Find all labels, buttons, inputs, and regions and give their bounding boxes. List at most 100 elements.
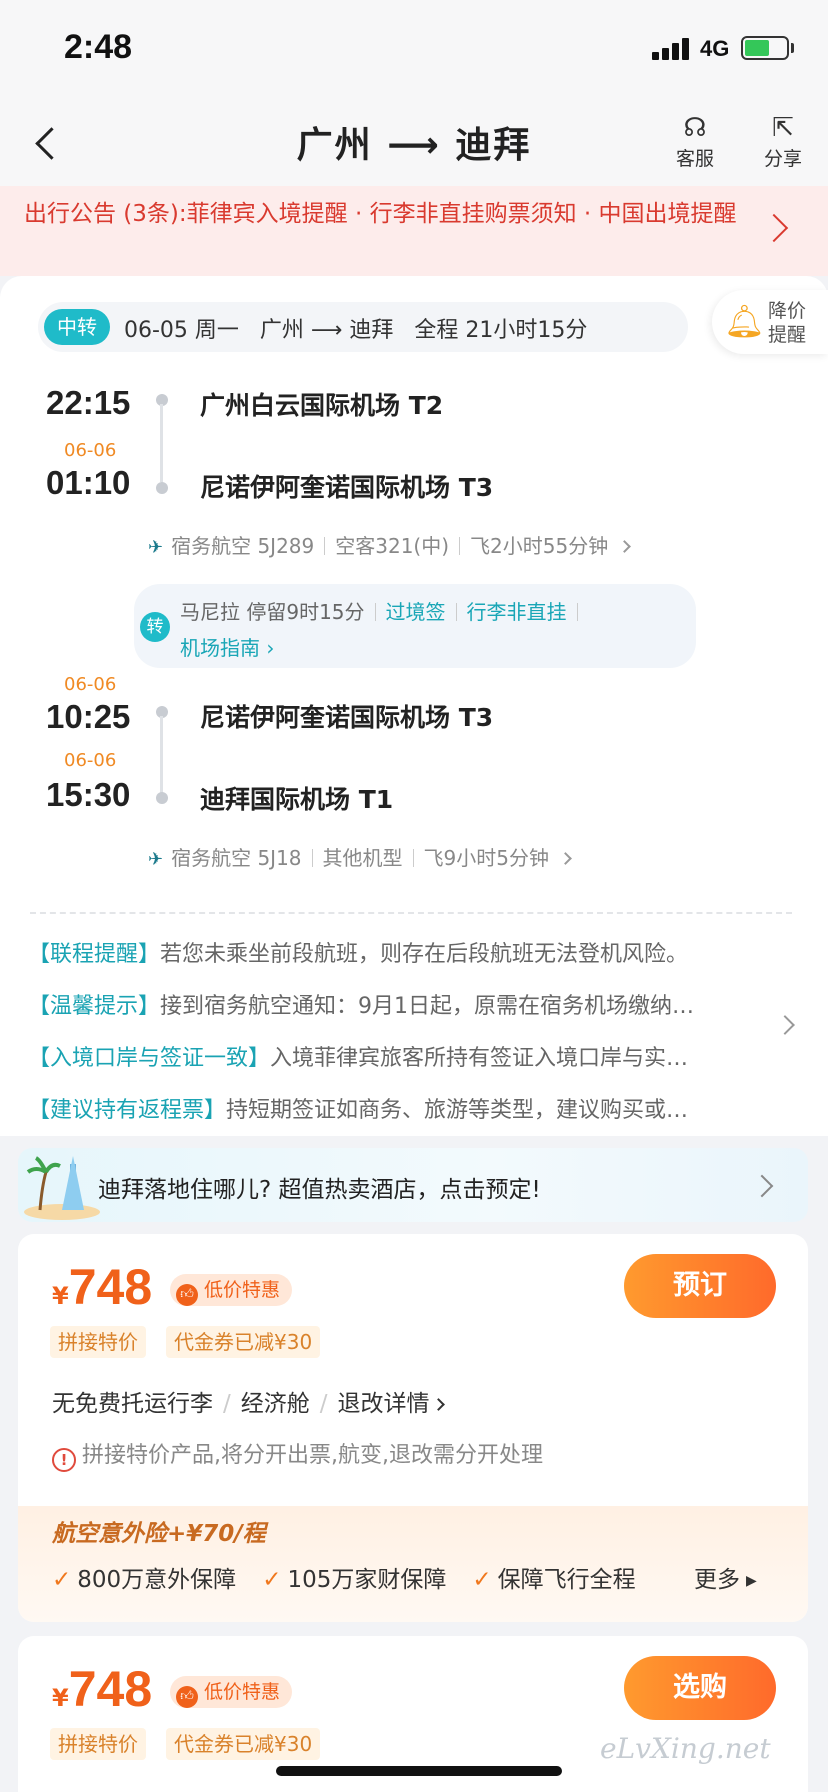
insurance-item: 800万意外保障 <box>77 1567 237 1593</box>
segment1-arrival-airport: 尼诺伊阿奎诺国际机场 T3 <box>200 473 494 502</box>
headset-icon: ☊ <box>683 113 707 143</box>
fare-price: ¥748 <box>52 1258 152 1316</box>
timeline-line <box>160 716 163 796</box>
customer-service-label: 客服 <box>675 148 714 170</box>
warning-icon: ! <box>52 1448 76 1472</box>
segment2-aircraft: 其他机型 <box>322 846 403 870</box>
spliced-fare-tag: 拼接特价 <box>50 1326 146 1358</box>
segment2-departure-time: 10:25 <box>46 698 131 735</box>
timeline-dot <box>156 792 168 804</box>
insurance-more-label: 更多 <box>694 1567 740 1593</box>
tip-item[interactable]: 【建议持有返程票】持短期签证如商务、旅游等类型，建议购买或… <box>28 1092 768 1124</box>
tip-text: 若您未乘坐前段航班，则存在后段航班无法登机风险。 <box>160 942 689 967</box>
check-icon: ✓ <box>262 1567 282 1593</box>
segment2-departure-airport: 尼诺伊阿奎诺国际机场 T3 <box>200 703 494 732</box>
network-type: 4G <box>700 36 730 61</box>
book-button[interactable]: 预订 <box>624 1254 776 1318</box>
tip-tag: 【联程提醒】 <box>28 942 161 967</box>
baggage-link[interactable]: 行李非直挂 <box>467 600 567 624</box>
price-alert-label: 降价提醒 <box>768 300 807 346</box>
thumbs-up-icon: 👍︎ <box>176 1686 198 1708</box>
currency-symbol: ¥ <box>52 1684 69 1712</box>
low-price-label: 低价特惠 <box>204 1681 281 1703</box>
transfer-badge: 中转 <box>44 309 110 345</box>
segment2-arrival-airport: 迪拜国际机场 T1 <box>200 785 394 814</box>
customer-service-button[interactable]: ☊ 客服 <box>660 112 730 171</box>
fare-warning-text: 拼接特价产品,将分开出票,航变,退改需分开处理 <box>82 1443 543 1468</box>
hotel-promo-text: 迪拜落地住哪儿? 超值热卖酒店，点击预定! <box>98 1177 541 1203</box>
segment1-arrival-date: 06-06 <box>64 440 117 461</box>
transit-visa-link[interactable]: 过境签 <box>386 600 446 624</box>
timeline-dot <box>156 482 168 494</box>
battery-tip <box>791 43 794 53</box>
segment1-departure-time: 22:15 <box>46 384 131 421</box>
segment2-airline: 宿务航空 5J18 <box>171 846 302 870</box>
insurance-more-button[interactable]: 更多 ▶ <box>694 1560 757 1594</box>
share-icon: ⇱ <box>772 113 794 143</box>
segment1-flight-info[interactable]: ✈ 宿务航空 5J289 空客321(中) 飞2小时55分钟 <box>148 530 632 559</box>
battery-icon <box>741 36 789 60</box>
timeline-line <box>160 404 163 482</box>
layover-details: 马尼拉 停留9时15分 过境签 行李非直挂 <box>180 596 588 625</box>
tip-tag: 【温馨提示】 <box>28 994 161 1019</box>
segment1-arrival-time: 01:10 <box>46 464 131 501</box>
tip-item[interactable]: 【温馨提示】接到宿务航空通知：9月1日起，原需在宿务机场缴纳… <box>28 988 768 1020</box>
segment2-arrival-date: 06-06 <box>64 750 117 771</box>
segment2-arrival-time: 15:30 <box>46 776 131 813</box>
baggage-info: 无免费托运行李 <box>52 1391 213 1417</box>
low-price-tag: 👍︎ 低价特惠 <box>170 1676 293 1708</box>
low-price-label: 低价特惠 <box>204 1279 281 1301</box>
select-button[interactable]: 选购 <box>624 1656 776 1720</box>
low-price-tag: 👍︎ 低价特惠 <box>170 1274 293 1306</box>
beach-hotel-icon <box>24 1156 100 1220</box>
home-indicator[interactable] <box>276 1766 562 1776</box>
airline-logo-icon: ✈ <box>148 849 164 870</box>
price-value: 748 <box>68 1259 153 1315</box>
travel-notice-text: 出行公告 (3条):菲律宾入境提醒 · 行李非直挂购票须知 · 中国出境提醒 <box>24 201 737 227</box>
share-button[interactable]: ⇱ 分享 <box>748 112 818 171</box>
layover-stay: 马尼拉 停留9时15分 <box>180 600 365 624</box>
chevron-right-icon <box>431 1398 445 1411</box>
tip-tag: 【入境口岸与签证一致】 <box>28 1046 271 1071</box>
divider <box>30 912 792 914</box>
voucher-tag: 代金券已减¥30 <box>166 1728 321 1760</box>
check-icon: ✓ <box>52 1567 72 1593</box>
tip-tag: 【建议持有返程票】 <box>28 1098 227 1123</box>
airport-guide-link[interactable]: 机场指南 › <box>180 632 274 661</box>
segment2-duration: 飞9小时5分钟 <box>423 846 549 870</box>
trip-summary-text: 06-05 周一 广州 ⟶ 迪拜 全程 21小时15分 <box>124 318 588 343</box>
chevron-right-icon <box>618 540 632 553</box>
status-time: 2:48 <box>64 28 133 66</box>
thumbs-up-icon: 👍︎ <box>176 1284 198 1306</box>
watermark: eLvXing.net <box>600 1732 771 1765</box>
insurance-items: ✓ 800万意外保障 ✓ 105万家财保障 ✓ 保障飞行全程 <box>52 1560 662 1594</box>
refund-details-link[interactable]: 退改详情 <box>337 1391 445 1417</box>
refund-details-label: 退改详情 <box>337 1391 430 1417</box>
spliced-fare-tag: 拼接特价 <box>50 1728 146 1760</box>
tip-item[interactable]: 【联程提醒】若您未乘坐前段航班，则存在后段航班无法登机风险。 <box>28 936 768 968</box>
voucher-tag: 代金券已减¥30 <box>166 1326 321 1358</box>
insurance-item: 105万家财保障 <box>287 1567 447 1593</box>
fare-warning: ! 拼接特价产品,将分开出票,航变,退改需分开处理 <box>52 1437 543 1472</box>
tip-text: 接到宿务航空通知：9月1日起，原需在宿务机场缴纳… <box>160 994 695 1019</box>
airline-logo-icon: ✈ <box>148 537 164 558</box>
segment1-aircraft: 空客321(中) <box>335 534 450 558</box>
segment2-departure-date: 06-06 <box>64 674 117 695</box>
price-value: 748 <box>68 1661 153 1717</box>
fare-details-row: 无免费托运行李 / 经济舱 / 退改详情 <box>52 1384 445 1418</box>
signal-icon <box>652 38 692 60</box>
cabin-class: 经济舱 <box>240 1391 310 1417</box>
insurance-item: 保障飞行全程 <box>497 1567 636 1593</box>
bell-icon: 🔔︎ <box>724 302 765 340</box>
share-label: 分享 <box>763 148 802 170</box>
tip-item[interactable]: 【入境口岸与签证一致】入境菲律宾旅客所持有签证入境口岸与实… <box>28 1040 768 1072</box>
tip-text: 持短期签证如商务、旅游等类型，建议购买或… <box>226 1098 689 1123</box>
segment1-duration: 飞2小时55分钟 <box>470 534 609 558</box>
tip-text: 入境菲律宾旅客所持有签证入境口岸与实… <box>270 1046 689 1071</box>
check-icon: ✓ <box>472 1567 492 1593</box>
currency-symbol: ¥ <box>52 1282 69 1310</box>
fare-price: ¥748 <box>52 1660 152 1718</box>
insurance-title: 航空意外险+¥70/程 <box>52 1521 266 1547</box>
segment2-flight-info[interactable]: ✈ 宿务航空 5J18 其他机型 飞9小时5分钟 <box>148 842 572 871</box>
segment1-departure-airport: 广州白云国际机场 T2 <box>200 391 444 420</box>
